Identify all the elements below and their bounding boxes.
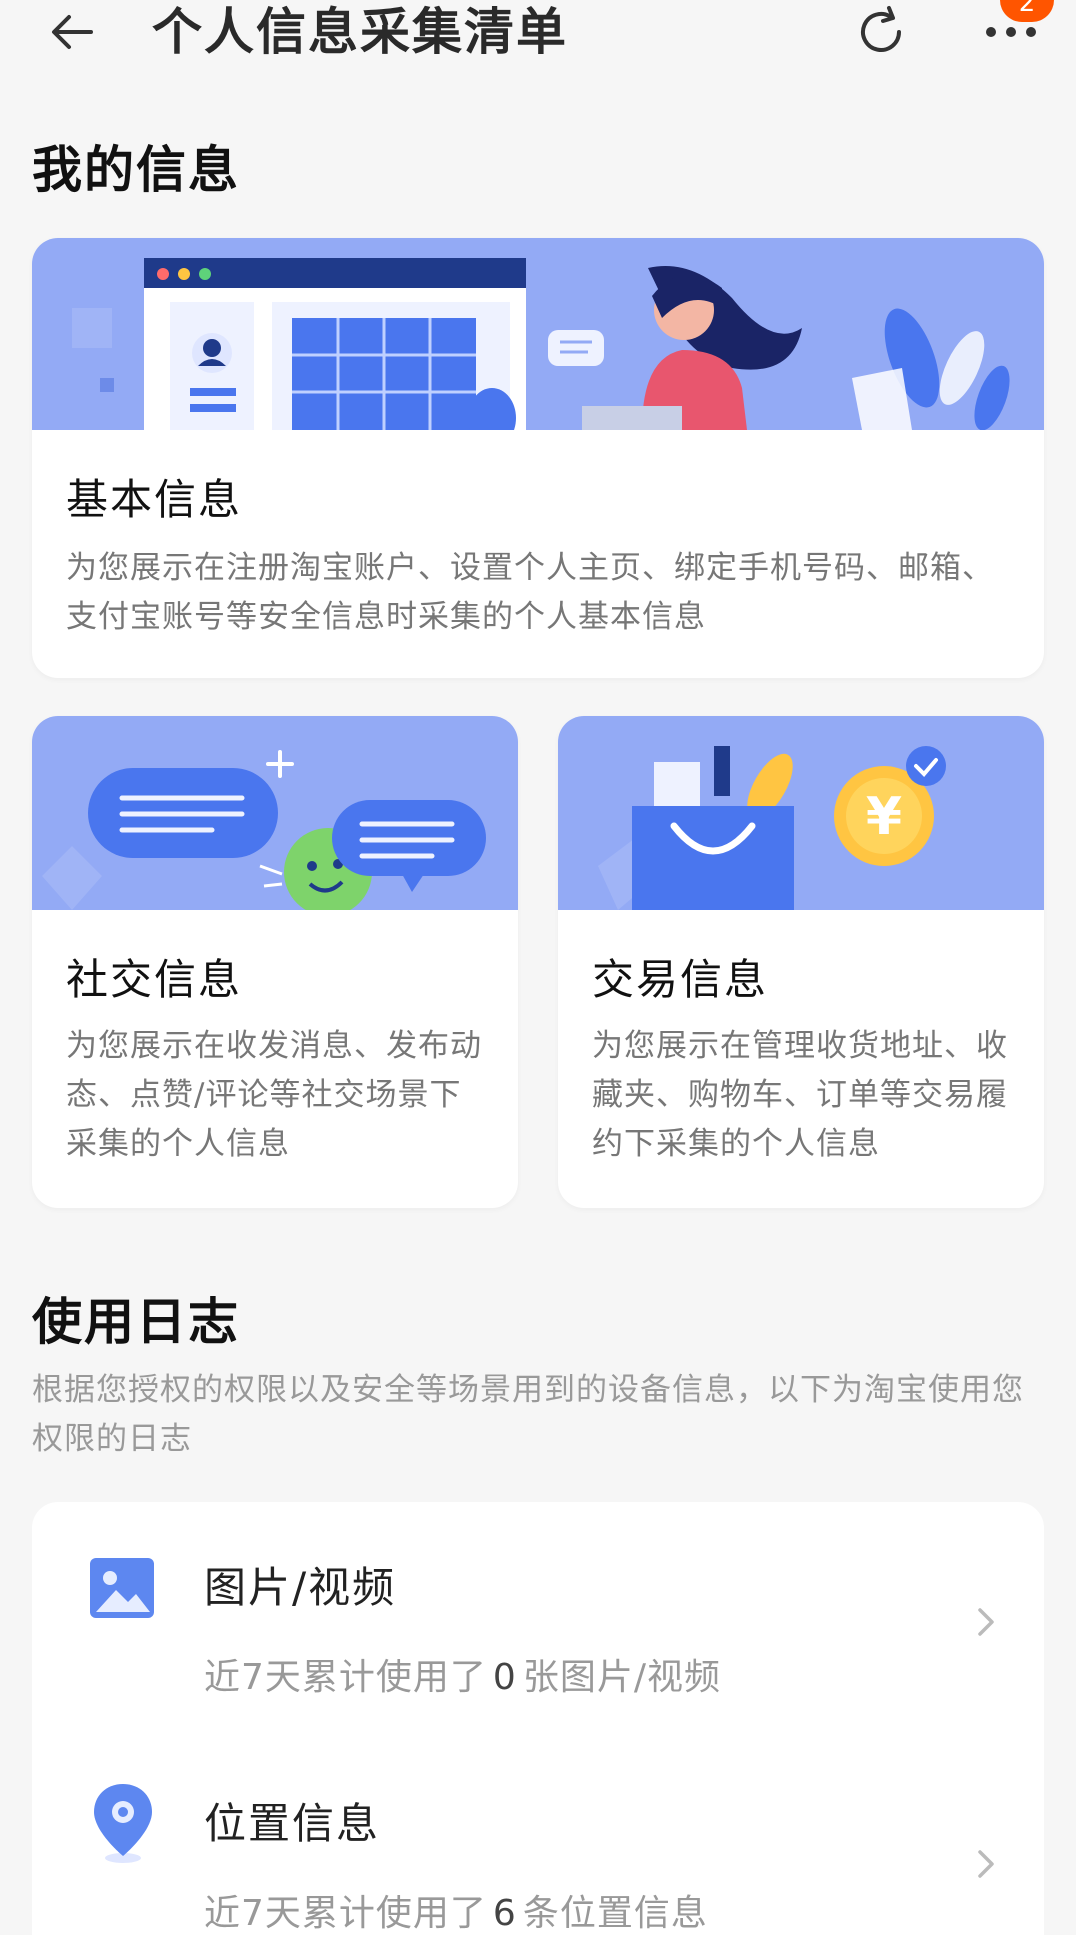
summary-suffix: 张图片/视频 — [522, 1657, 721, 1698]
usage-log-card: 图片/视频 近7天累计使用了 0 张图片/视频 位置信息 近7天累计使用了 6 条位置信… — [32, 1502, 1044, 1935]
social-info-card[interactable]: 社交信息 为您展示在收发消息、发布动态、点赞/评论等社交场景下采集的个人信息 — [32, 716, 518, 1208]
back-arrow-icon — [52, 15, 93, 49]
summary-count: 0 — [492, 1657, 517, 1698]
top-bar: 个人信息采集清单 2 — [0, 0, 1076, 100]
trade-info-card[interactable]: ¥ 交易信息 为您展示在管理收货地址、收藏夹、购物车、订单等交易履约下采集的个人… — [558, 716, 1044, 1208]
social-info-illustration — [32, 716, 518, 910]
summary-count: 6 — [492, 1893, 517, 1934]
svg-text:¥: ¥ — [866, 787, 902, 847]
refresh-button[interactable] — [846, 0, 916, 64]
usage-log-desc: 根据您授权的权限以及安全等场景用到的设备信息，以下为淘宝使用您权限的日志 — [32, 1372, 1024, 1457]
trade-info-illustration: ¥ — [558, 716, 1044, 910]
log-item-title: 位置信息 — [204, 1799, 381, 1848]
trade-info-desc: 为您展示在管理收货地址、收藏夹、购物车、订单等交易履约下采集的个人信息 — [592, 1028, 1008, 1162]
log-item-photos[interactable]: 图片/视频 近7天累计使用了 0 张图片/视频 — [32, 1502, 1044, 1722]
page: 个人信息采集清单 2 我的信息 基本信息 为您展示在注册淘宝账户、设置个人主页、… — [0, 0, 1076, 1935]
trade-info-title: 交易信息 — [592, 955, 769, 1004]
summary-suffix: 条位置信息 — [522, 1893, 708, 1934]
summary-prefix: 近7天累计使用了 — [204, 1893, 487, 1934]
social-info-title: 社交信息 — [66, 955, 243, 1004]
summary-prefix: 近7天累计使用了 — [204, 1657, 487, 1698]
location-pin-icon — [94, 1784, 152, 1863]
my-info-section-title: 我的信息 — [32, 141, 240, 199]
basic-info-illustration — [32, 238, 1044, 430]
log-item-summary: 近7天累计使用了 0 张图片/视频 — [204, 1648, 721, 1700]
refresh-icon — [861, 6, 901, 52]
chevron-right-icon — [978, 1608, 994, 1636]
chevron-right-icon — [978, 1850, 994, 1878]
basic-info-desc: 为您展示在注册淘宝账户、设置个人主页、绑定手机号码、邮箱、支付宝账号等安全信息时… — [66, 550, 994, 635]
image-icon — [90, 1558, 154, 1618]
back-button[interactable] — [40, 2, 104, 62]
log-item-title: 图片/视频 — [204, 1563, 397, 1612]
log-item-summary: 近7天累计使用了 6 条位置信息 — [204, 1884, 708, 1935]
basic-info-card[interactable]: 基本信息 为您展示在注册淘宝账户、设置个人主页、绑定手机号码、邮箱、支付宝账号等… — [32, 238, 1044, 678]
basic-info-title: 基本信息 — [66, 475, 243, 524]
usage-log-section-title: 使用日志 — [32, 1293, 240, 1351]
social-info-desc: 为您展示在收发消息、发布动态、点赞/评论等社交场景下采集的个人信息 — [66, 1028, 482, 1162]
log-item-location[interactable]: 位置信息 近7天累计使用了 6 条位置信息 — [32, 1738, 1044, 1935]
page-title: 个人信息采集清单 — [152, 3, 568, 61]
